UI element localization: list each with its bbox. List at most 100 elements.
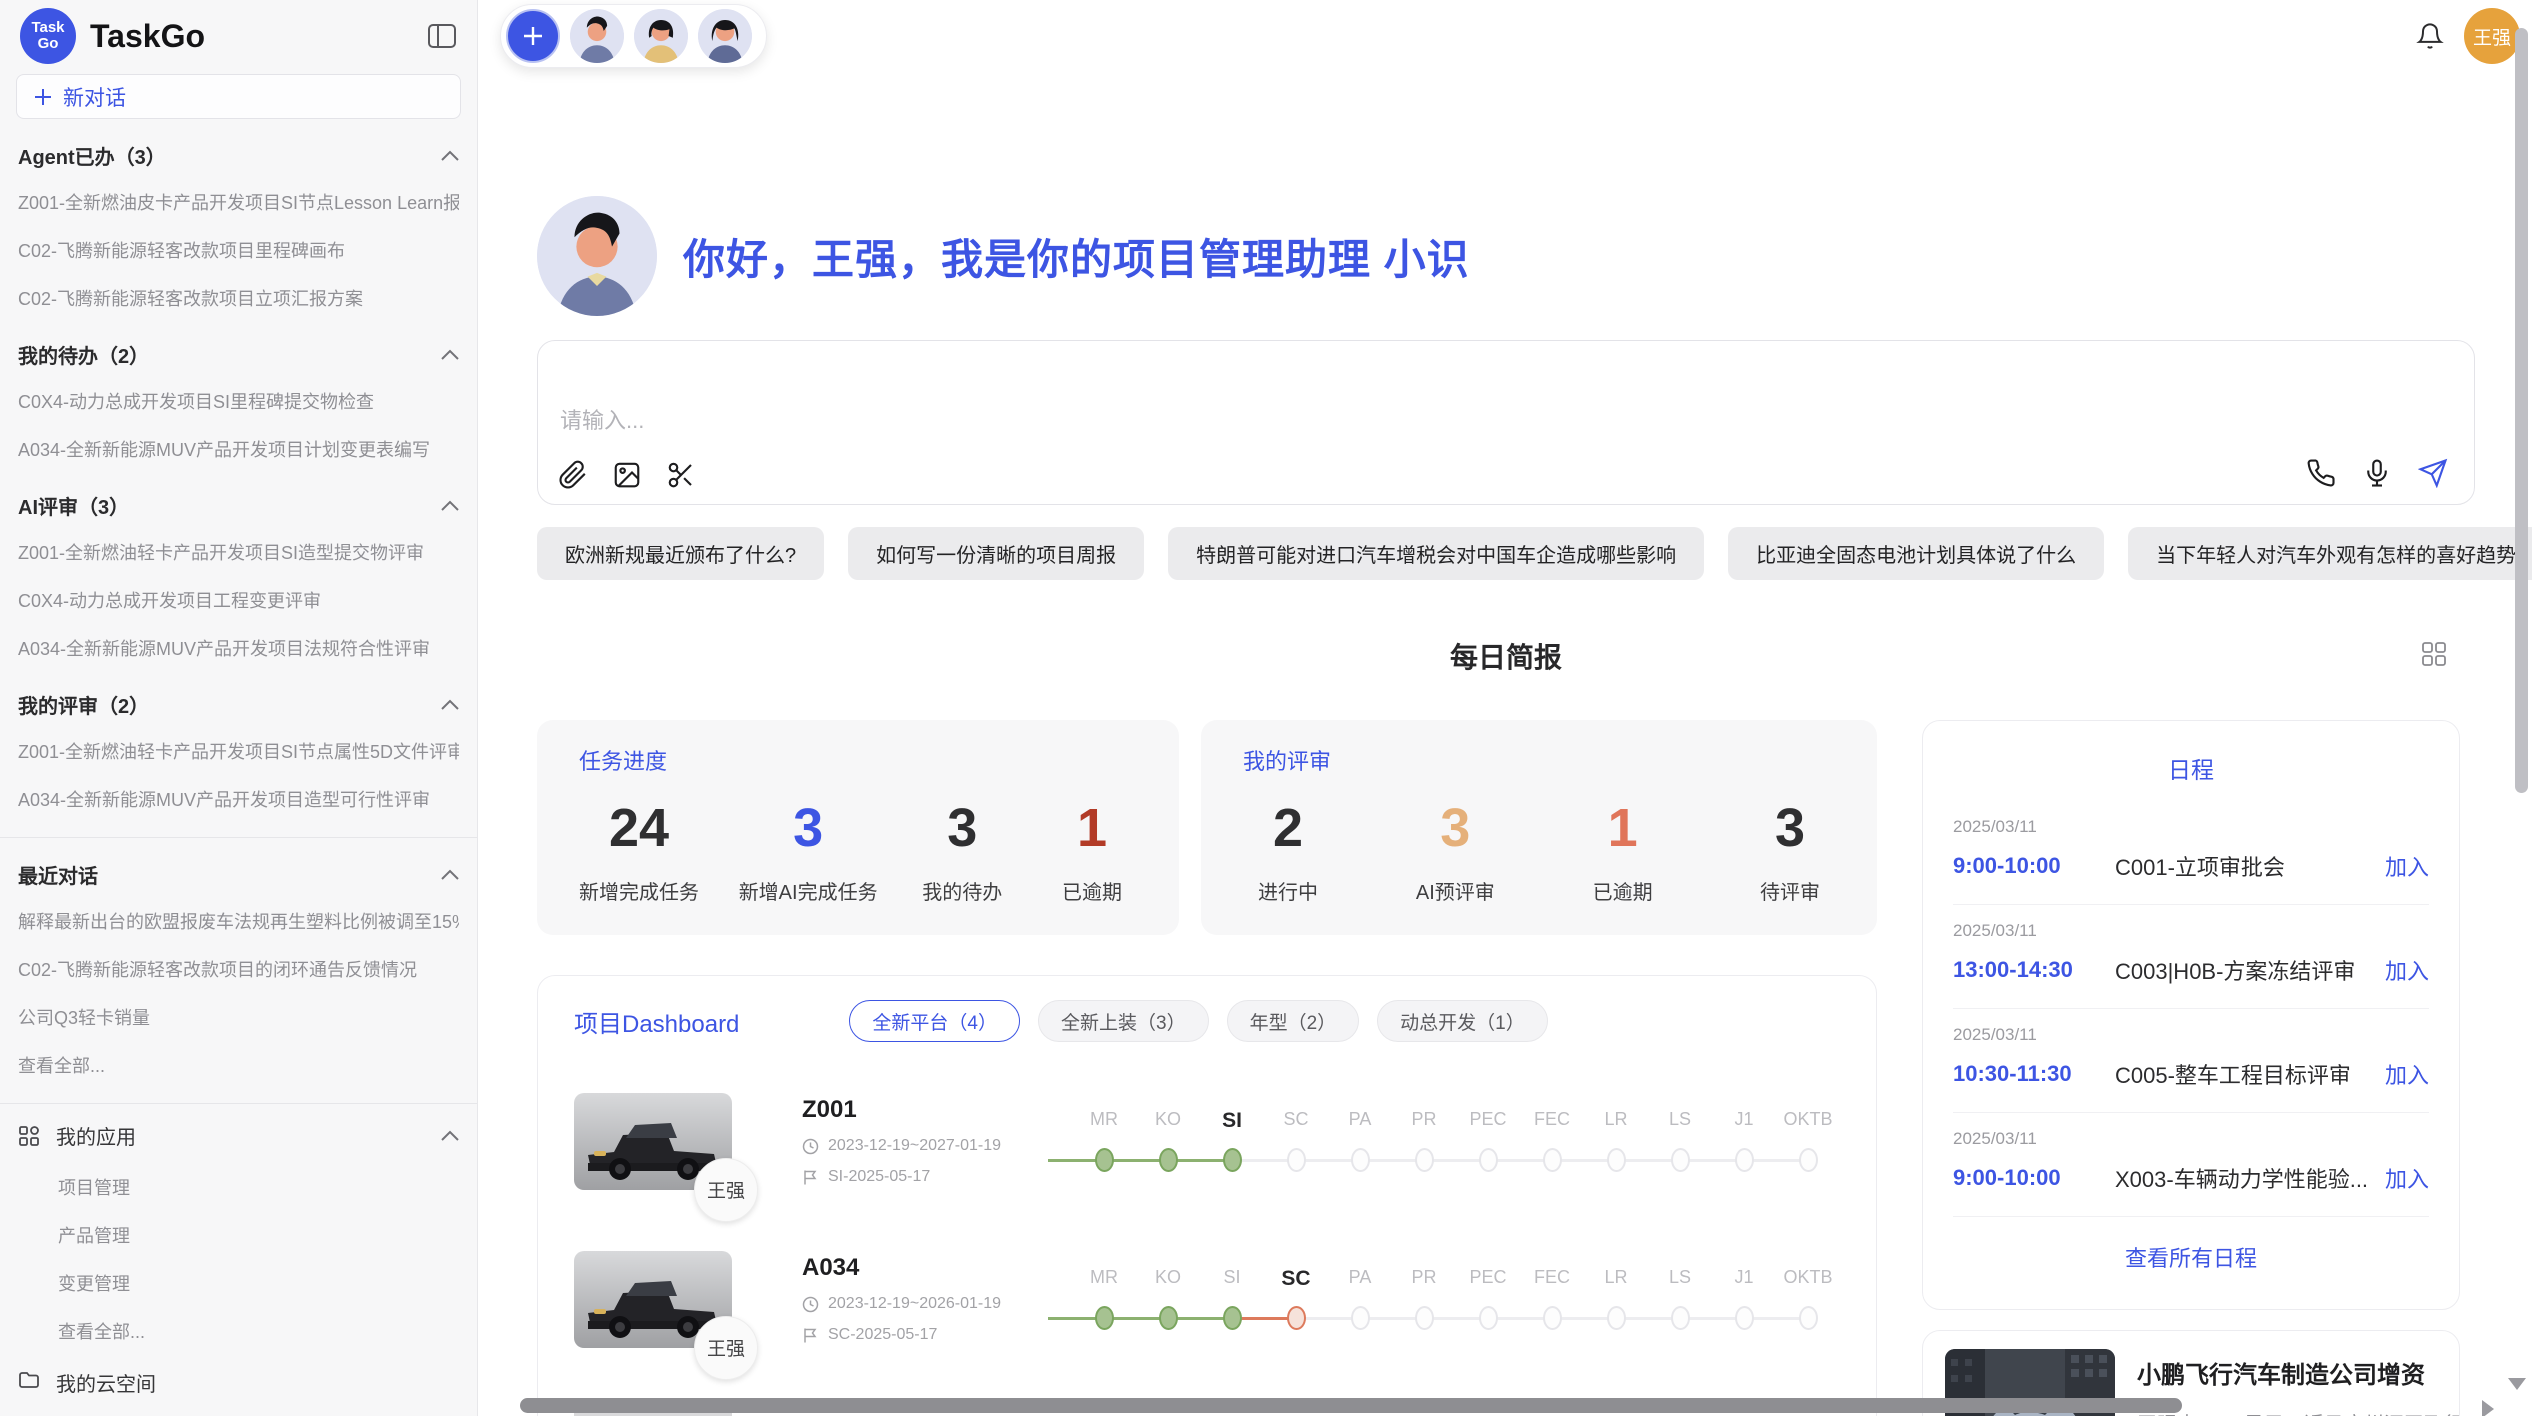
send-icon[interactable] (2418, 458, 2448, 488)
scroll-right-arrow[interactable] (2482, 1400, 2494, 1416)
suggestion-chip[interactable]: 特朗普可能对进口汽车增税会对中国车企造成哪些影响 (1168, 527, 1704, 580)
sidebar-section: AI评审（3） Z001-全新燃油轻卡产品开发项目SI造型提交物评审C0X4-动… (18, 473, 459, 672)
sidebar-storage-link[interactable]: 我的收藏 (18, 1410, 459, 1416)
schedule-date: 2025/03/11 (1953, 921, 2429, 941)
sidebar-task-item[interactable]: C0X4-动力总成开发项目SI里程碑提交物检查 (18, 377, 459, 425)
dashboard-filter-chip[interactable]: 年型（2） (1227, 1000, 1360, 1042)
recent-section-header[interactable]: 最近对话 (18, 842, 459, 897)
divider (0, 1103, 477, 1104)
sidebar-task-item[interactable]: A034-全新新能源MUV产品开发项目法规符合性评审 (18, 624, 459, 672)
member-avatar[interactable] (570, 9, 624, 63)
add-member-button[interactable] (506, 9, 560, 63)
sidebar-storage-link[interactable]: 我的云空间 (18, 1355, 459, 1410)
milestone-node (1159, 1148, 1178, 1172)
schedule-view-all[interactable]: 查看所有日程 (1953, 1241, 2429, 1273)
dashboard-filter-chip[interactable]: 动总开发（1） (1377, 1000, 1548, 1042)
sidebar-task-item[interactable]: C02-飞腾新能源轻客改款项目立项汇报方案 (18, 274, 459, 322)
member-avatar[interactable] (698, 9, 752, 63)
sidebar-app-item[interactable]: 产品管理 (58, 1211, 459, 1259)
milestone-node (1351, 1306, 1370, 1330)
section-header[interactable]: Agent已办（3） (18, 123, 459, 178)
milestone-node (1159, 1306, 1178, 1330)
section-title: 我的待办（2） (18, 340, 149, 369)
section-header[interactable]: 我的评审（2） (18, 672, 459, 727)
sidebar-task-item[interactable]: Z001-全新燃油轻卡产品开发项目SI节点属性5D文件评审 (18, 727, 459, 775)
milestone-node (1223, 1148, 1242, 1172)
news-title: 小鹏飞行汽车制造公司增资 (2137, 1355, 2460, 1390)
stat-label: AI预评审 (1410, 876, 1500, 905)
attachment-icon[interactable] (558, 460, 588, 490)
suggestion-chip[interactable]: 比亚迪全固态电池计划具体说了什么 (1728, 527, 2104, 580)
scissors-icon[interactable] (666, 460, 696, 490)
recent-chat-item[interactable]: 解释最新出台的欧盟报废车法规再生塑料比例被调至15%... (18, 897, 459, 945)
section-title: 我的评审（2） (18, 690, 149, 719)
horizontal-scrollbar-thumb[interactable] (520, 1398, 2182, 1413)
milestone-node (1479, 1148, 1498, 1172)
chat-input[interactable]: 请输入... (537, 340, 2475, 505)
chevron-up-icon (441, 869, 459, 880)
project-period-text: 2023-12-19~2027-01-19 (828, 1137, 1001, 1155)
schedule-item[interactable]: 2025/03/11 9:00-10:00 C001-立项审批会 加入 (1953, 801, 2429, 905)
sidebar-task-item[interactable]: C02-飞腾新能源轻客改款项目里程碑画布 (18, 226, 459, 274)
stat-label: 待评审 (1745, 876, 1835, 905)
sidebar-task-item[interactable]: Z001-全新燃油轻卡产品开发项目SI造型提交物评审 (18, 528, 459, 576)
recent-chat-item[interactable]: C02-飞腾新能源轻客改款项目的闭环通告反馈情况 (18, 945, 459, 993)
layout-grid-icon[interactable] (2420, 640, 2448, 668)
member-avatar[interactable] (634, 9, 688, 63)
suggestion-chip[interactable]: 如何写一份清晰的项目周报 (848, 527, 1144, 580)
sidebar-collapse-icon[interactable] (427, 23, 457, 49)
new-chat-label: 新对话 (63, 82, 126, 112)
notification-bell-icon[interactable] (2416, 22, 2444, 50)
schedule-list: 2025/03/11 9:00-10:00 C001-立项审批会 加入 2025… (1953, 801, 2429, 1217)
milestone-node (1799, 1148, 1818, 1172)
sidebar-section: Agent已办（3） Z001-全新燃油皮卡产品开发项目SI节点Lesson L… (18, 123, 459, 322)
milestone-node (1287, 1306, 1306, 1330)
schedule-join-link[interactable]: 加入 (2385, 954, 2429, 986)
dashboard-filter-chip[interactable]: 全新上装（3） (1038, 1000, 1209, 1042)
sidebar-task-item[interactable]: A034-全新新能源MUV产品开发项目造型可行性评审 (18, 775, 459, 823)
phone-call-icon[interactable] (2306, 458, 2336, 488)
plus-icon (33, 87, 53, 107)
schedule-join-link[interactable]: 加入 (2385, 850, 2429, 882)
sidebar-task-item[interactable]: A034-全新新能源MUV产品开发项目计划变更表编写 (18, 425, 459, 473)
section-header[interactable]: AI评审（3） (18, 473, 459, 528)
sidebar-app-item[interactable]: 变更管理 (58, 1259, 459, 1307)
apps-view-all[interactable]: 查看全部... (58, 1307, 459, 1355)
section-items: C0X4-动力总成开发项目SI里程碑提交物检查A034-全新新能源MUV产品开发… (18, 377, 459, 473)
suggestion-chip[interactable]: 欧洲新规最近颁布了什么? (537, 527, 824, 580)
schedule-join-link[interactable]: 加入 (2385, 1058, 2429, 1090)
sidebar-task-item[interactable]: Z001-全新燃油皮卡产品开发项目SI节点Lesson Learn报告 (18, 178, 459, 226)
sidebar-link-label: 我的云空间 (56, 1368, 459, 1397)
schedule-item[interactable]: 2025/03/11 9:00-10:00 X003-车辆动力学性能验... 加… (1953, 1113, 2429, 1217)
schedule-item[interactable]: 2025/03/11 10:30-11:30 C005-整车工程目标评审 加入 (1953, 1009, 2429, 1113)
sidebar-task-item[interactable]: C0X4-动力总成开发项目工程变更评审 (18, 576, 459, 624)
schedule-title: 日程 (1953, 751, 2429, 785)
project-row[interactable]: 王强 A034 2023-12-19~2026-01-19 SC-2025-05… (574, 1224, 1840, 1374)
new-chat-button[interactable]: 新对话 (16, 74, 461, 119)
stat-card: 我的评审 2 进行中 3 AI预评审 1 已逾期 3 待评审 (1201, 720, 1877, 935)
news-text: 小鹏飞行汽车制造公司增资 天眼查 App 显示，近日广州汇天飞行汽... (2137, 1349, 2460, 1416)
vertical-scrollbar-thumb[interactable] (2515, 28, 2528, 793)
app-window: Task Go TaskGo 新对话 Agent已办（3） Z001-全新燃油皮… (0, 0, 2532, 1416)
milestone-labels: MRKOSISCPAPRPECFECLRLSJ1OKTB (1072, 1109, 1840, 1133)
recent-chat-item[interactable]: 公司Q3轻卡销量 (18, 993, 459, 1041)
user-avatar[interactable]: 王强 (2464, 8, 2520, 64)
assistant-avatar (537, 196, 657, 316)
microphone-icon[interactable] (2362, 458, 2392, 488)
scroll-down-arrow[interactable] (2508, 1378, 2526, 1390)
stat-label: 已逾期 (1047, 876, 1137, 905)
section-header[interactable]: 我的待办（2） (18, 322, 459, 377)
suggestion-chip[interactable]: 当下年轻人对汽车外观有怎样的喜好趋势 (2128, 527, 2532, 580)
schedule-join-link[interactable]: 加入 (2385, 1162, 2429, 1194)
sidebar-app-item[interactable]: 项目管理 (58, 1163, 459, 1211)
schedule-item[interactable]: 2025/03/11 13:00-14:30 C003|H0B-方案冻结评审 加… (1953, 905, 2429, 1009)
project-info: A034 2023-12-19~2026-01-19 SC-2025-05-17 (802, 1254, 1054, 1344)
section-title: Agent已办（3） (18, 141, 166, 170)
milestone-timeline: MRKOSISCPAPRPECFECLRLSJ1OKTB (1072, 1267, 1840, 1331)
chevron-up-icon (441, 150, 459, 161)
dashboard-filter-chip[interactable]: 全新平台（4） (849, 1000, 1020, 1042)
project-row[interactable]: 王强 Z001 2023-12-19~2027-01-19 SI-2025-05… (574, 1066, 1840, 1216)
my-apps-header[interactable]: 我的应用 (18, 1108, 459, 1163)
image-icon[interactable] (612, 460, 642, 490)
recent-view-all[interactable]: 查看全部... (18, 1041, 459, 1089)
